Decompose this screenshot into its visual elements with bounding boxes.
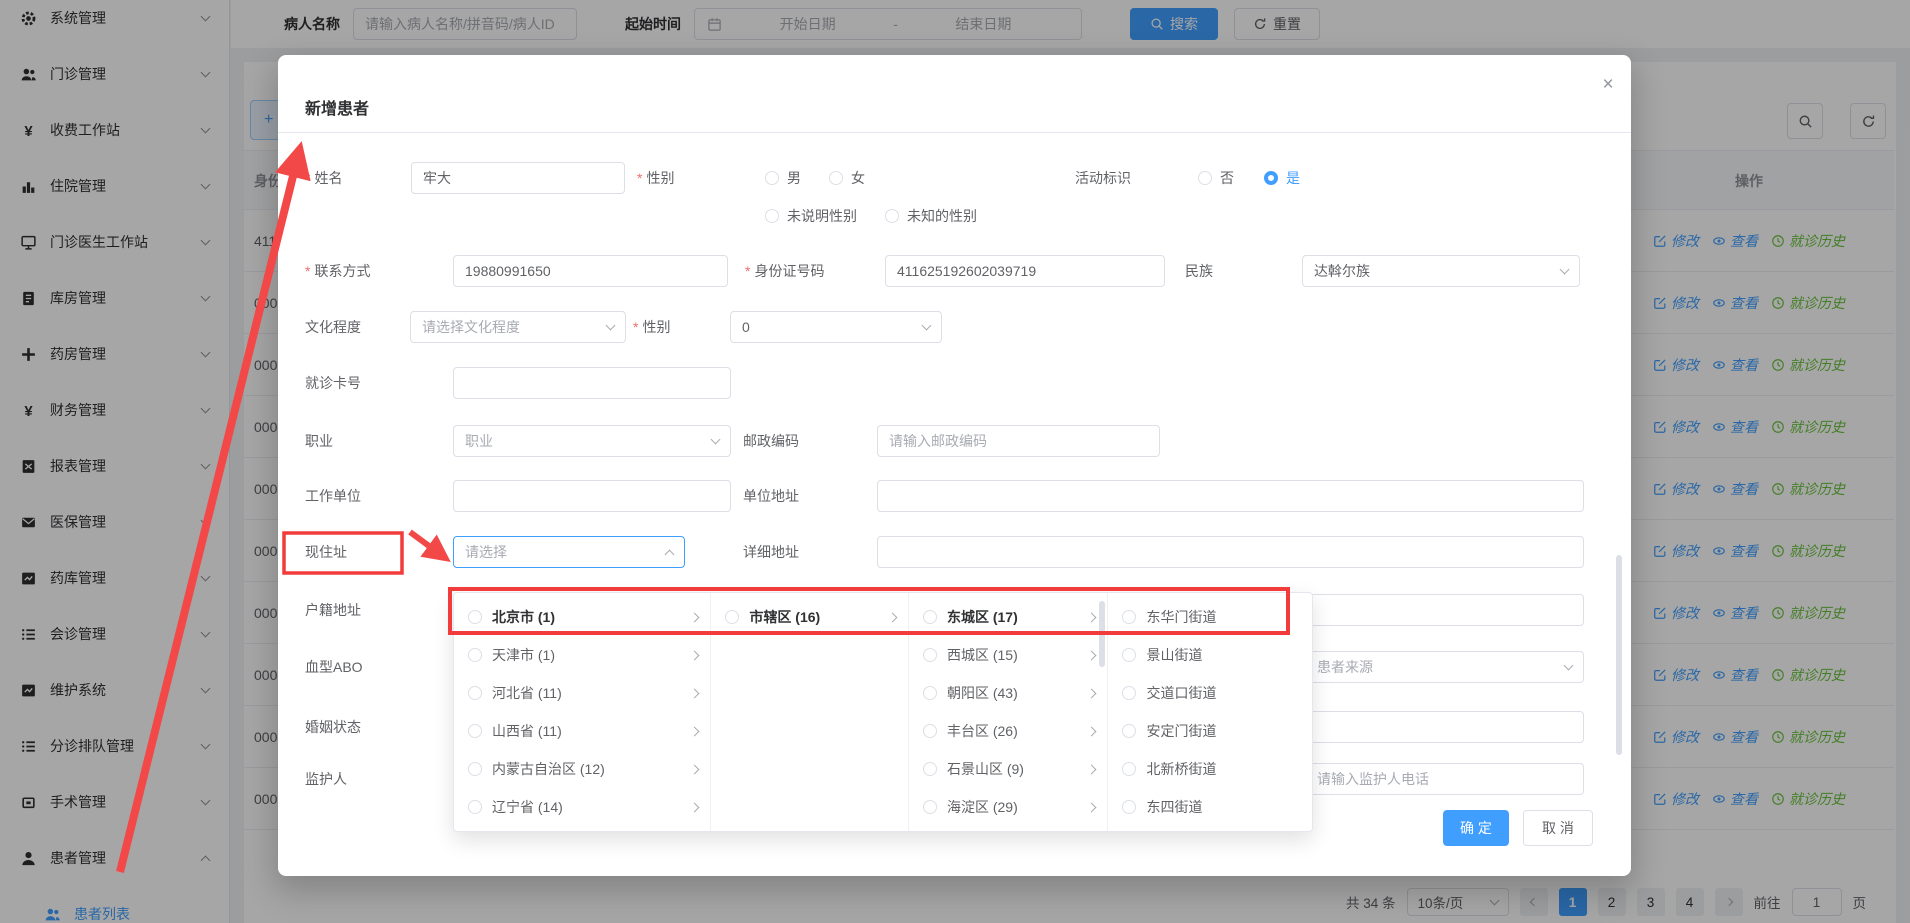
blood-type-label: 血型ABO xyxy=(305,657,363,677)
cascader-option-shixiaqu[interactable]: 市辖区 (16) xyxy=(711,598,908,636)
chevron-right-icon xyxy=(690,650,700,660)
cascader-option-shanxi[interactable]: 山西省 (11) xyxy=(454,712,710,750)
cascader-option-dongsi[interactable]: 东四街道 xyxy=(1108,788,1312,826)
gender2-label: 性别 xyxy=(633,317,670,337)
cascader-option-shijingshan[interactable]: 石景山区 (9) xyxy=(909,750,1108,788)
ethnicity-select[interactable]: 达斡尔族 xyxy=(1302,255,1580,287)
cascader-scrollbar[interactable] xyxy=(1099,601,1105,667)
current-address-label: 现住址 xyxy=(305,542,347,562)
modal-scrollbar[interactable] xyxy=(1616,555,1622,755)
radio-active-no[interactable]: 否 xyxy=(1198,168,1234,188)
radio-gender-unspecified[interactable]: 未说明性别 xyxy=(765,206,857,226)
visit-card-label: 就诊卡号 xyxy=(305,373,361,393)
chevron-right-icon xyxy=(1087,802,1097,812)
chevron-right-icon xyxy=(690,688,700,698)
cascader-option-chaoyang[interactable]: 朝阳区 (43) xyxy=(909,674,1108,712)
cascader-option-dongcheng[interactable]: 东城区 (17) xyxy=(909,598,1108,636)
contact-input[interactable] xyxy=(453,255,728,287)
cancel-button[interactable]: 取 消 xyxy=(1523,810,1593,846)
gender-radio-group: 男 女 xyxy=(765,162,865,194)
active-flag-label: 活动标识 xyxy=(1075,168,1131,188)
occupation-label: 职业 xyxy=(305,431,333,451)
cascader-option-jiaodaokou[interactable]: 交道口街道 xyxy=(1108,674,1312,712)
work-unit-label: 工作单位 xyxy=(305,486,361,506)
cascader-option-jingshan[interactable]: 景山街道 xyxy=(1108,636,1312,674)
radio-female[interactable]: 女 xyxy=(829,168,865,188)
detail-address-input[interactable] xyxy=(877,536,1584,568)
cascader-city-column: 市辖区 (16) xyxy=(711,593,909,831)
chevron-right-icon xyxy=(1087,650,1097,660)
cascader-option-beijing[interactable]: 北京市 (1) xyxy=(454,598,710,636)
unit-address-input[interactable] xyxy=(877,480,1584,512)
gender-label: 性别 xyxy=(637,168,674,188)
id-number-label: 身份证号码 xyxy=(745,261,824,281)
chevron-right-icon xyxy=(690,802,700,812)
postal-code-input[interactable] xyxy=(877,425,1160,457)
chevron-right-icon xyxy=(1087,764,1097,774)
chevron-right-icon xyxy=(1087,612,1097,622)
guardian-phone-input[interactable] xyxy=(1305,763,1584,795)
cascader-option-beixinqiao[interactable]: 北新桥街道 xyxy=(1108,750,1312,788)
chevron-right-icon xyxy=(690,612,700,622)
confirm-button[interactable]: 确 定 xyxy=(1443,810,1509,846)
unit-address-label: 单位地址 xyxy=(743,486,799,506)
patient-source-select[interactable]: 患者来源 xyxy=(1305,651,1584,683)
chevron-right-icon xyxy=(1087,688,1097,698)
chevron-right-icon xyxy=(888,612,898,622)
occupation-select[interactable]: 职业 xyxy=(453,425,731,457)
cascader-option-neimenggu[interactable]: 内蒙古自治区 (12) xyxy=(454,750,710,788)
cascader-option-liaoning[interactable]: 辽宁省 (14) xyxy=(454,788,710,826)
chevron-down-icon xyxy=(711,435,721,445)
cascader-option-andingmen[interactable]: 安定门街道 xyxy=(1108,712,1312,750)
cascader-option-donghuamen[interactable]: 东华门街道 xyxy=(1108,598,1312,636)
chevron-down-icon xyxy=(1560,265,1570,275)
add-patient-dialog: 新增患者 × 姓名 性别 男 女 活动标识 否 是 未说明性别 未知的性别 联系… xyxy=(278,55,1631,876)
ethnicity-label: 民族 xyxy=(1185,261,1213,281)
cascader-option-tianjin[interactable]: 天津市 (1) xyxy=(454,636,710,674)
education-select[interactable]: 请选择文化程度 xyxy=(410,311,626,343)
current-address-cascader[interactable]: 请选择 xyxy=(453,536,685,568)
detail-address-label: 详细地址 xyxy=(743,542,799,562)
radio-gender-unknown[interactable]: 未知的性别 xyxy=(885,206,977,226)
cascader-district-column: 东城区 (17) 西城区 (15) 朝阳区 (43) 丰台区 (26) 石景山区… xyxy=(909,593,1109,831)
dialog-title: 新增患者 xyxy=(305,95,369,119)
chevron-right-icon xyxy=(690,764,700,774)
gender2-select[interactable]: 0 xyxy=(730,311,942,343)
education-label: 文化程度 xyxy=(305,317,361,337)
work-unit-input[interactable] xyxy=(453,480,731,512)
name-input[interactable] xyxy=(411,162,625,194)
divider xyxy=(278,132,1631,133)
id-number-input[interactable] xyxy=(885,255,1165,287)
guardian-label: 监护人 xyxy=(305,769,347,789)
registered-address-label: 户籍地址 xyxy=(305,600,361,620)
gender-radio-group-2: 未说明性别 未知的性别 xyxy=(765,200,977,232)
cascader-province-column: 北京市 (1) 天津市 (1) 河北省 (11) 山西省 (11) 内蒙古自治区… xyxy=(454,593,711,831)
cascader-option-haidian[interactable]: 海淀区 (29) xyxy=(909,788,1108,826)
name-label: 姓名 xyxy=(305,168,342,188)
cascader-street-column: 东华门街道 景山街道 交道口街道 安定门街道 北新桥街道 东四街道 xyxy=(1108,593,1312,831)
chevron-right-icon xyxy=(690,726,700,736)
cascader-option-xicheng[interactable]: 西城区 (15) xyxy=(909,636,1108,674)
close-icon[interactable]: × xyxy=(1596,73,1620,97)
radio-active-yes[interactable]: 是 xyxy=(1264,168,1300,188)
visit-card-input[interactable] xyxy=(453,367,731,399)
active-flag-radio-group: 否 是 xyxy=(1198,162,1300,194)
postal-code-label: 邮政编码 xyxy=(743,431,799,451)
contact-label: 联系方式 xyxy=(305,261,370,281)
chevron-down-icon xyxy=(1564,661,1574,671)
marital-status-label: 婚姻状态 xyxy=(305,717,361,737)
cascader-option-hebei[interactable]: 河北省 (11) xyxy=(454,674,710,712)
chevron-right-icon xyxy=(1087,726,1097,736)
chevron-down-icon xyxy=(922,321,932,331)
cascader-option-fengtai[interactable]: 丰台区 (26) xyxy=(909,712,1108,750)
address-cascader-dropdown: 北京市 (1) 天津市 (1) 河北省 (11) 山西省 (11) 内蒙古自治区… xyxy=(453,592,1313,832)
chevron-up-icon xyxy=(665,549,675,559)
radio-male[interactable]: 男 xyxy=(765,168,801,188)
chevron-down-icon xyxy=(606,321,616,331)
